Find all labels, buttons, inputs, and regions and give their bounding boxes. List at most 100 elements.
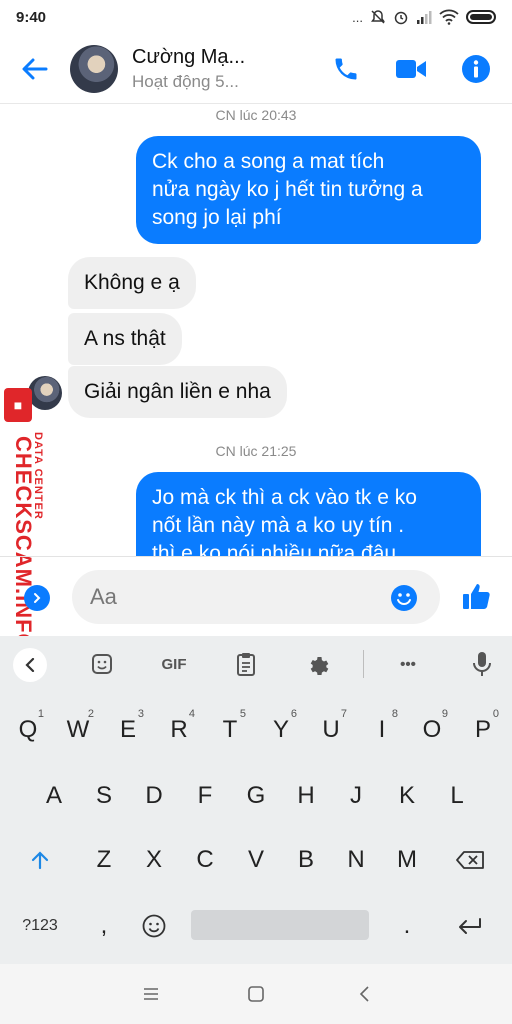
key-f[interactable]: F [181, 768, 229, 824]
timestamp: CN lúc 20:43 [215, 107, 297, 123]
wifi-icon [439, 9, 459, 25]
message-line: Ck cho a song a mat tích [152, 150, 385, 173]
shift-key[interactable] [16, 832, 64, 888]
video-icon [396, 59, 426, 78]
status-bar: 9:40 ... [0, 0, 512, 34]
sticker-icon [92, 654, 112, 674]
key-w[interactable]: 2W [54, 702, 102, 758]
key-q[interactable]: 1Q [4, 702, 52, 758]
emoji-button[interactable] [390, 584, 418, 612]
video-call-button[interactable] [391, 49, 431, 89]
emoji-icon [391, 585, 417, 611]
key-p[interactable]: 0P [459, 702, 507, 758]
comma-key[interactable]: , [80, 898, 128, 954]
incoming-message[interactable]: Giải ngân liền e nha [68, 366, 287, 418]
message-line: song jo lại phí [152, 206, 282, 229]
lock-icon: ■ [4, 388, 32, 422]
watermark-sub-text: DATA CENTER [32, 432, 44, 520]
key-m[interactable]: M [383, 832, 431, 888]
enter-key[interactable] [446, 898, 494, 954]
contact-name: Cường Mạ... [132, 45, 246, 68]
key-u[interactable]: 7U [307, 702, 355, 758]
key-t[interactable]: 5T [206, 702, 254, 758]
microphone-icon [473, 652, 491, 676]
home-button[interactable] [244, 982, 268, 1006]
contact-info[interactable]: Cường Mạ... Hoạt động 5... [132, 46, 245, 92]
key-k[interactable]: K [383, 768, 431, 824]
sticker-button[interactable] [86, 648, 118, 680]
alarm-icon [394, 11, 408, 25]
phone-icon [335, 58, 357, 79]
key-z[interactable]: Z [80, 832, 128, 888]
symbols-key[interactable]: ?123 [16, 898, 64, 954]
message-input[interactable] [72, 570, 440, 624]
key-y[interactable]: 6Y [257, 702, 305, 758]
space-bar[interactable] [191, 910, 369, 940]
message-line: thì e ko nói nhiều nữa đâu [152, 542, 397, 556]
voice-input-button[interactable] [466, 648, 498, 680]
key-x[interactable]: X [130, 832, 178, 888]
contact-presence: Hoạt động 5... [132, 71, 239, 91]
key-s[interactable]: S [80, 768, 128, 824]
key-a[interactable]: A [30, 768, 78, 824]
chevron-left-icon [25, 658, 35, 672]
system-nav-bar [0, 964, 512, 1024]
key-g[interactable]: G [232, 768, 280, 824]
key-v[interactable]: V [232, 832, 280, 888]
back-arrow-icon [22, 58, 48, 79]
clipboard-button[interactable] [230, 648, 262, 680]
emoji-key[interactable] [130, 898, 178, 954]
key-n[interactable]: N [332, 832, 380, 888]
shift-icon [31, 851, 49, 870]
mute-bell-icon [371, 10, 385, 24]
like-button[interactable] [460, 581, 492, 613]
notification-dots: ... [352, 9, 363, 25]
keyboard-settings-button[interactable] [302, 648, 334, 680]
settings-icon [310, 657, 329, 675]
key-e[interactable]: 3E [104, 702, 152, 758]
message-composer [0, 556, 512, 636]
message-text: A ns thật [84, 327, 166, 350]
smiley-icon [142, 914, 166, 938]
expand-actions-button[interactable] [24, 585, 50, 611]
status-time: 9:40 [16, 8, 47, 26]
outgoing-message[interactable]: Ck cho a song a mat tích nửa ngày ko j h… [136, 136, 481, 244]
key-r[interactable]: 4R [155, 702, 203, 758]
call-button[interactable] [326, 49, 366, 89]
menu-icon [144, 988, 158, 1000]
soft-keyboard: GIF ••• 1Q 2W 3E 4R 5T 6Y 7U 8I 9O 0P A … [0, 636, 512, 964]
more-options-button[interactable]: ••• [392, 648, 424, 680]
message-text: Giải ngân liền e nha [84, 380, 271, 403]
backspace-key[interactable] [446, 832, 494, 888]
key-b[interactable]: B [282, 832, 330, 888]
info-button[interactable] [456, 49, 496, 89]
conversation-header: Cường Mạ... Hoạt động 5... [0, 34, 512, 104]
incoming-message[interactable]: A ns thật [68, 313, 182, 365]
back-button[interactable] [16, 50, 54, 88]
info-icon [462, 54, 490, 83]
enter-icon [459, 918, 481, 934]
toolbar-divider [363, 650, 364, 678]
key-d[interactable]: D [130, 768, 178, 824]
contact-avatar[interactable] [70, 44, 118, 93]
keyboard-back-button[interactable] [13, 648, 47, 682]
key-o[interactable]: 9O [408, 702, 456, 758]
key-j[interactable]: J [332, 768, 380, 824]
key-c[interactable]: C [181, 832, 229, 888]
clipboard-icon [237, 653, 255, 676]
backspace-icon [456, 851, 484, 869]
incoming-message[interactable]: Không e ạ [68, 257, 196, 309]
message-line: Jo mà ck thì a ck vào tk e ko [152, 486, 417, 509]
timestamp: CN lúc 21:25 [215, 443, 297, 459]
message-text: Không e ạ [84, 271, 180, 294]
period-key[interactable]: . [383, 898, 431, 954]
key-i[interactable]: 8I [358, 702, 406, 758]
signal-icon [417, 11, 432, 24]
message-list[interactable]: CN lúc 20:43 Ck cho a song a mat tích nử… [0, 104, 512, 556]
back-nav-button[interactable] [352, 982, 376, 1006]
outgoing-message[interactable]: Jo mà ck thì a ck vào tk e ko nốt lần nà… [136, 472, 481, 556]
key-h[interactable]: H [282, 768, 330, 824]
key-l[interactable]: L [433, 768, 481, 824]
recents-button[interactable] [139, 982, 163, 1006]
gif-button[interactable]: GIF [158, 648, 190, 680]
